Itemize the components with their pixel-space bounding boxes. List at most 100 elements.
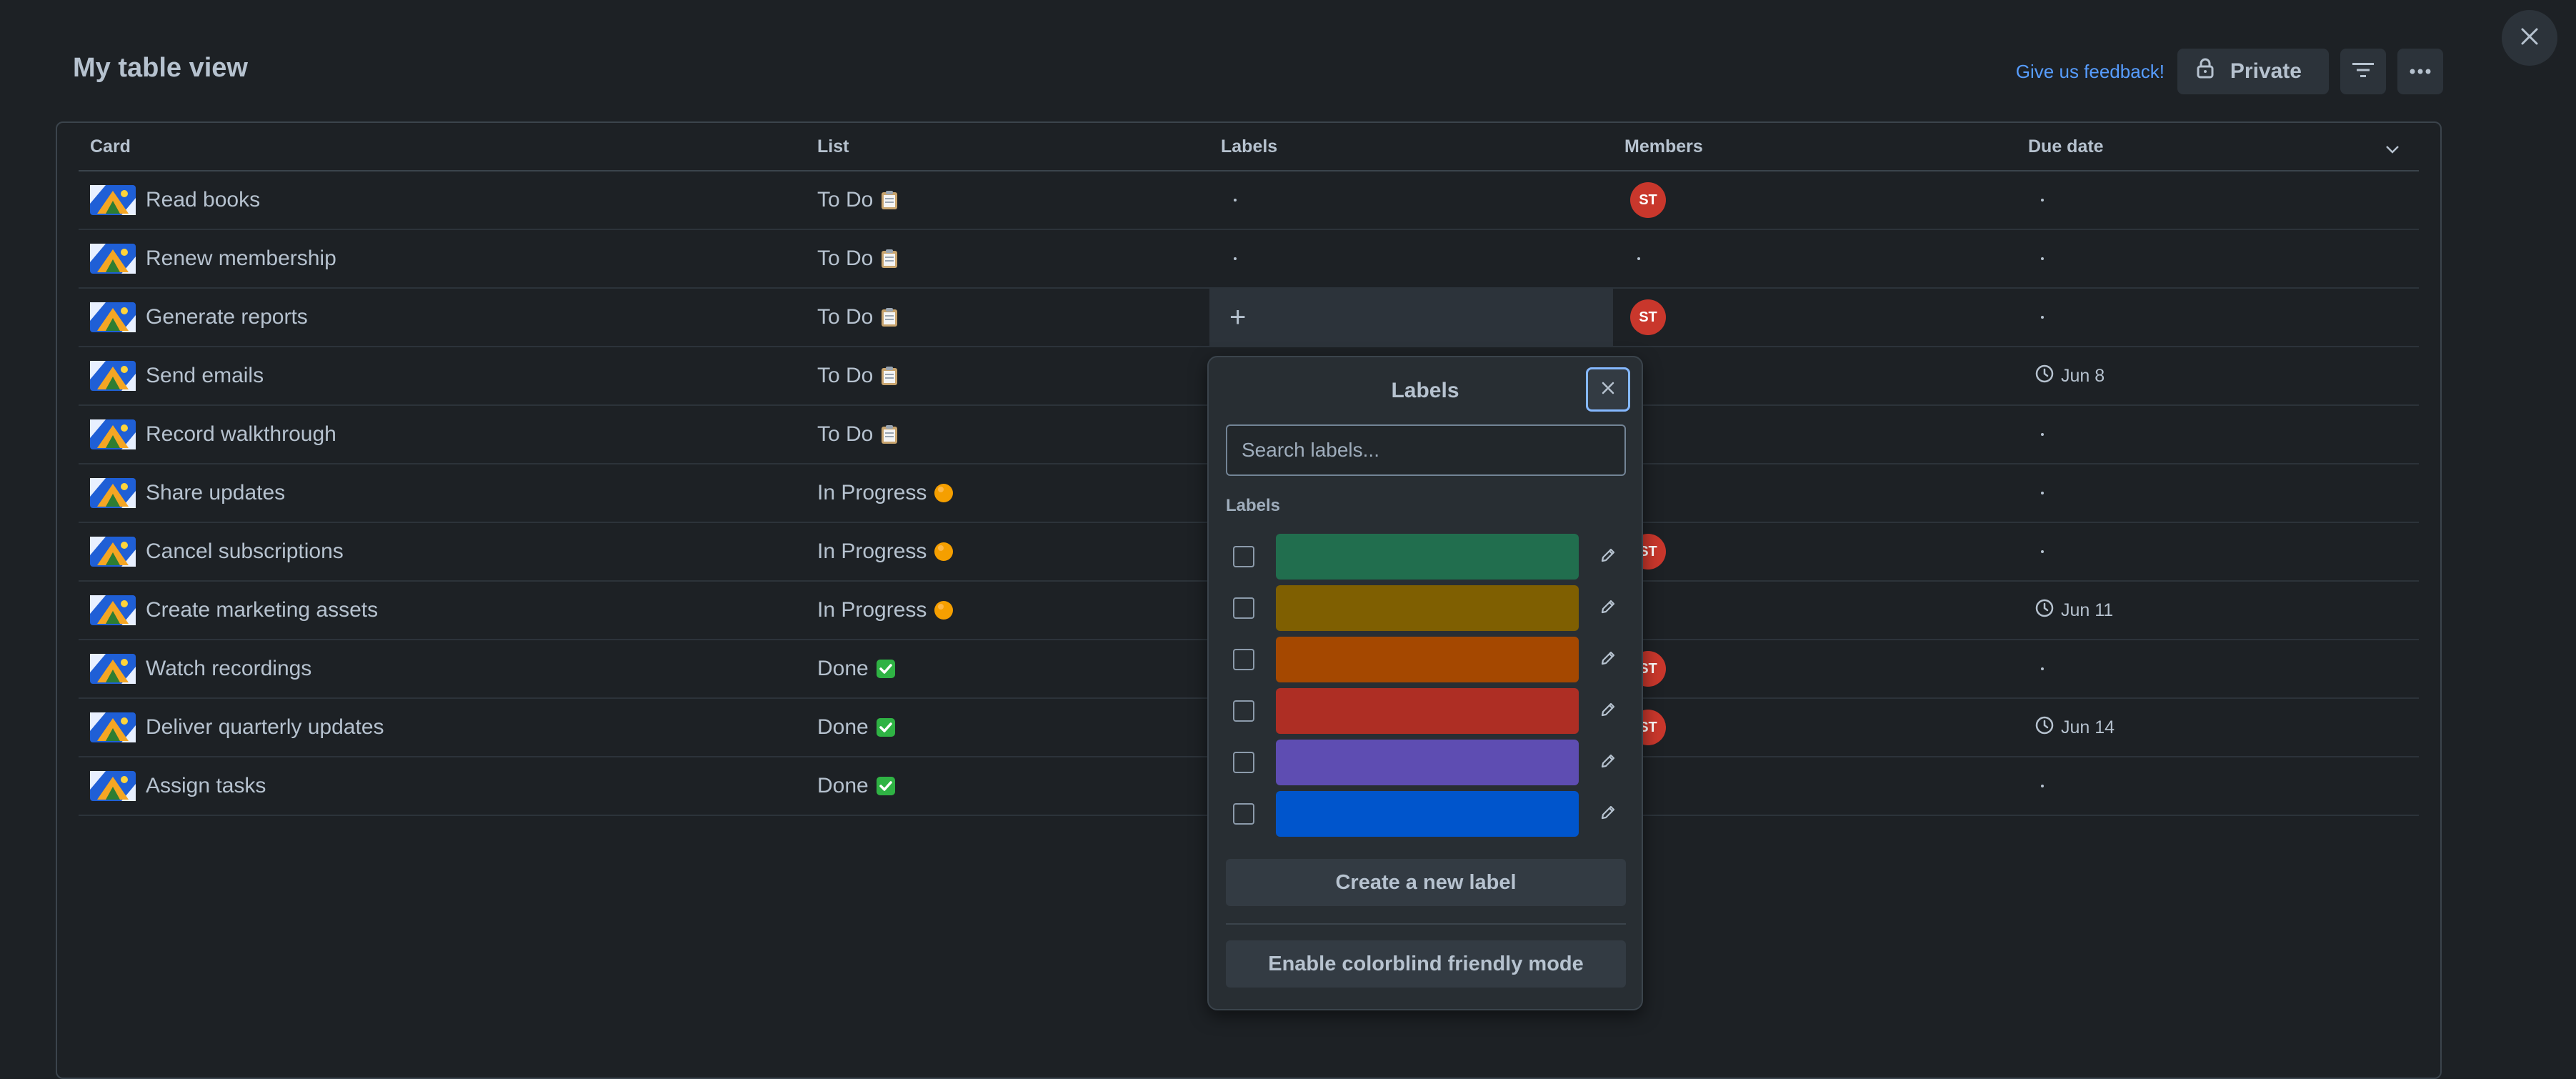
close-view-button[interactable] (2502, 10, 2557, 66)
private-button[interactable]: Private (2177, 49, 2329, 94)
card-cell[interactable]: Share updates (79, 464, 806, 522)
edit-label-button[interactable] (1590, 642, 1626, 677)
card-cell[interactable]: Send emails (79, 347, 806, 404)
members-cell[interactable] (1613, 757, 2017, 815)
label-checkbox[interactable] (1233, 803, 1254, 825)
label-color-swatch[interactable] (1276, 585, 1579, 631)
card-cell[interactable]: Read books (79, 171, 806, 229)
column-header-card[interactable]: Card (79, 136, 806, 157)
table-row[interactable]: Read books To Do ST (79, 171, 2419, 230)
check-box-icon (876, 776, 896, 796)
list-cell[interactable]: To Do (806, 230, 1209, 287)
due-date-cell[interactable] (2017, 757, 2419, 815)
label-color-swatch[interactable] (1276, 637, 1579, 682)
due-date-cell[interactable]: Jun 8 (2017, 347, 2419, 404)
labels-cell[interactable] (1209, 230, 1613, 287)
empty-value-dot (1637, 257, 1640, 260)
list-cell[interactable]: To Do (806, 347, 1209, 404)
close-icon (2520, 26, 2540, 50)
list-cell[interactable]: Done (806, 699, 1209, 756)
column-header-list[interactable]: List (806, 136, 1209, 157)
list-name: Done (817, 715, 869, 739)
edit-label-button[interactable] (1590, 745, 1626, 780)
members-cell[interactable]: ST (1613, 640, 2017, 697)
due-date-cell[interactable] (2017, 289, 2419, 346)
edit-label-button[interactable] (1590, 693, 1626, 729)
label-checkbox[interactable] (1233, 752, 1254, 773)
members-cell[interactable] (1613, 406, 2017, 463)
label-color-swatch[interactable] (1276, 791, 1579, 837)
due-date-cell[interactable] (2017, 640, 2419, 697)
pencil-icon (1599, 804, 1617, 825)
create-label-button[interactable]: Create a new label (1226, 859, 1626, 906)
due-date-cell[interactable] (2017, 171, 2419, 229)
chevron-down-icon[interactable] (2385, 139, 2400, 159)
card-cell[interactable]: Generate reports (79, 289, 806, 346)
list-cell[interactable]: To Do (806, 171, 1209, 229)
label-checkbox[interactable] (1233, 649, 1254, 670)
labels-cell[interactable]: + (1209, 289, 1613, 346)
label-color-swatch[interactable] (1276, 740, 1579, 785)
labels-section-heading: Labels (1226, 496, 1281, 515)
add-label-icon[interactable]: + (1229, 302, 1246, 334)
table-row[interactable]: Generate reports To Do + ST (79, 289, 2419, 347)
empty-value-dot (2041, 433, 2044, 436)
label-color-swatch[interactable] (1276, 688, 1579, 734)
members-cell[interactable] (1613, 464, 2017, 522)
card-cell[interactable]: Record walkthrough (79, 406, 806, 463)
card-cell[interactable]: Cancel subscriptions (79, 523, 806, 580)
edit-label-button[interactable] (1590, 590, 1626, 626)
list-cell[interactable]: Done (806, 640, 1209, 697)
list-cell[interactable]: To Do (806, 289, 1209, 346)
members-cell[interactable] (1613, 230, 2017, 287)
due-date-text: Jun 14 (2061, 717, 2115, 737)
card-cover-thumbnail (90, 595, 136, 625)
due-date-cell[interactable] (2017, 464, 2419, 522)
label-checkbox[interactable] (1233, 700, 1254, 722)
members-cell[interactable] (1613, 582, 2017, 639)
labels-cell[interactable] (1209, 171, 1613, 229)
due-date-cell[interactable] (2017, 406, 2419, 463)
empty-value-dot (2041, 667, 2044, 670)
due-date-cell[interactable]: Jun 14 (2017, 699, 2419, 756)
column-header-due-date[interactable]: Due date (2017, 136, 2419, 157)
label-checkbox[interactable] (1233, 597, 1254, 619)
popover-close-button[interactable] (1586, 367, 1630, 412)
members-cell[interactable]: ST (1613, 171, 2017, 229)
members-cell[interactable]: ST (1613, 523, 2017, 580)
list-cell[interactable]: Done (806, 757, 1209, 815)
list-name: To Do (817, 247, 874, 270)
more-button[interactable] (2397, 49, 2443, 94)
due-date-cell[interactable] (2017, 230, 2419, 287)
card-cell[interactable]: Create marketing assets (79, 582, 806, 639)
avatar[interactable]: ST (1630, 299, 1666, 335)
card-cell[interactable]: Deliver quarterly updates (79, 699, 806, 756)
feedback-link[interactable]: Give us feedback! (2016, 61, 2165, 83)
label-option (1226, 533, 1629, 580)
card-cell[interactable]: Renew membership (79, 230, 806, 287)
list-cell[interactable]: To Do (806, 406, 1209, 463)
list-cell[interactable]: In Progress (806, 582, 1209, 639)
column-header-labels[interactable]: Labels (1209, 136, 1613, 157)
colorblind-mode-button[interactable]: Enable colorblind friendly mode (1226, 940, 1626, 988)
list-cell[interactable]: In Progress (806, 464, 1209, 522)
card-cell[interactable]: Assign tasks (79, 757, 806, 815)
edit-label-button[interactable] (1590, 539, 1626, 575)
avatar[interactable]: ST (1630, 182, 1666, 218)
label-checkbox[interactable] (1233, 546, 1254, 567)
due-date-cell[interactable] (2017, 523, 2419, 580)
filter-button[interactable] (2340, 49, 2386, 94)
label-color-swatch[interactable] (1276, 534, 1579, 580)
card-cell[interactable]: Watch recordings (79, 640, 806, 697)
members-cell[interactable] (1613, 347, 2017, 404)
table-row[interactable]: Renew membership To Do (79, 230, 2419, 289)
search-labels-input[interactable] (1226, 424, 1626, 476)
clock-icon (2035, 364, 2054, 388)
list-name: In Progress (817, 540, 927, 563)
due-date-cell[interactable]: Jun 11 (2017, 582, 2419, 639)
members-cell[interactable]: ST (1613, 699, 2017, 756)
list-cell[interactable]: In Progress (806, 523, 1209, 580)
column-header-members[interactable]: Members (1613, 136, 2017, 157)
edit-label-button[interactable] (1590, 796, 1626, 832)
members-cell[interactable]: ST (1613, 289, 2017, 346)
